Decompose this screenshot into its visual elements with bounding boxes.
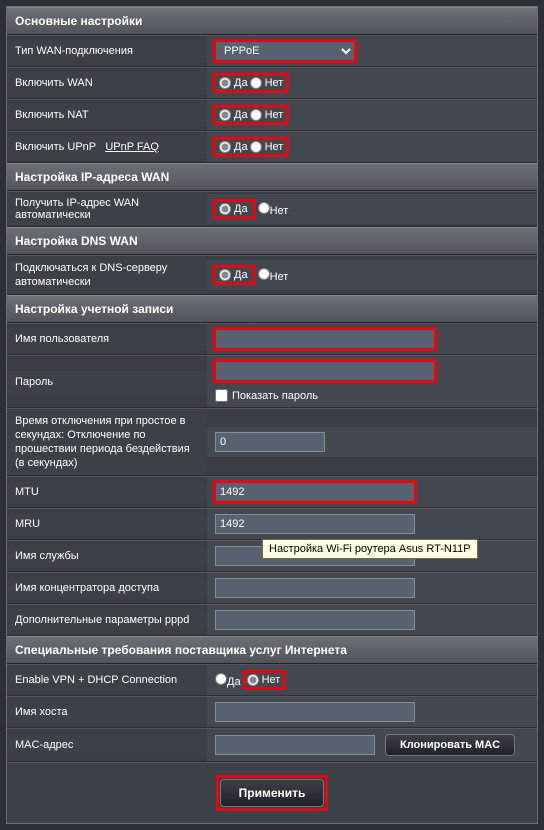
label-idle: Время отключения при простое в секундах:… [7,409,207,475]
enable-wan-yes[interactable] [219,77,231,89]
label-vpn-dhcp: Enable VPN + DHCP Connection [7,669,207,691]
row-service: Имя службы Настройка Wi-Fi роутера Asus … [7,540,537,572]
label-concentrator: Имя концентратора доступа [7,577,207,599]
concentrator-field[interactable] [215,578,415,598]
row-pppd: Дополнительные параметры pppd [7,604,537,636]
row-mac: MAC-адрес Клонировать MAC [7,728,537,762]
label-auto-dns: Подключаться к DNS-серверу автоматически [7,256,207,294]
row-concentrator: Имя концентратора доступа [7,572,537,604]
enable-upnp-yes[interactable] [219,141,231,153]
auto-ip-no[interactable] [258,202,270,214]
section-dns-header: Настройка DNS WAN [7,227,537,255]
enable-wan-radios: Да Нет [215,75,287,91]
label-auto-ip: Получить IP-адрес WAN автоматически [7,192,207,226]
show-password-row: Показать пароль [215,389,318,402]
tooltip: Настройка Wi-Fi роутера Asus RT-N11P [262,539,478,559]
enable-upnp-no[interactable] [250,141,262,153]
enable-wan-no[interactable] [250,77,262,89]
row-mtu: MTU [7,476,537,508]
section-acct-header: Настройка учетной записи [7,295,537,323]
label-mac: MAC-адрес [7,734,207,756]
row-vpn-dhcp: Enable VPN + DHCP Connection Да Нет [7,664,537,696]
auto-ip-radios: Да [215,201,254,217]
vpn-dhcp-yes[interactable] [215,673,227,685]
mru-field[interactable] [215,514,415,534]
vpn-dhcp-no[interactable] [247,674,259,686]
mtu-field[interactable] [215,482,415,502]
label-hostname: Имя хоста [7,701,207,723]
username-field[interactable] [215,329,435,349]
pppd-field[interactable] [215,610,415,630]
footer: Применить [7,762,537,823]
label-pppd: Дополнительные параметры pppd [7,609,207,631]
enable-nat-yes[interactable] [219,109,231,121]
auto-dns-no[interactable] [258,268,270,280]
row-enable-wan: Включить WAN Да Нет [7,67,537,99]
enable-upnp-radios: Да Нет [215,139,287,155]
row-auto-ip: Получить IP-адрес WAN автоматически Да Н… [7,191,537,227]
label-enable-nat: Включить NAT [7,104,207,126]
row-username: Имя пользователя [7,323,537,355]
settings-panel: Основные настройки Тип WAN-подключения P… [6,6,538,824]
clone-mac-button[interactable]: Клонировать MAC [385,734,515,756]
section-basic-header: Основные настройки [7,7,537,35]
apply-button[interactable]: Применить [220,779,325,807]
row-hostname: Имя хоста [7,696,537,728]
auto-dns-yes[interactable] [219,269,231,281]
idle-field[interactable] [215,432,325,452]
label-username: Имя пользователя [7,328,207,350]
upnp-faq-link[interactable]: UPnP FAQ [105,141,159,153]
hostname-field[interactable] [215,702,415,722]
row-enable-nat: Включить NAT Да Нет [7,99,537,131]
row-idle: Время отключения при простое в секундах:… [7,408,537,476]
label-mru: MRU [7,513,207,535]
password-field[interactable] [215,361,435,381]
auto-ip-yes[interactable] [219,203,231,215]
show-password-checkbox[interactable] [215,389,228,402]
row-password: Пароль Показать пароль [7,355,537,408]
row-mru: MRU [7,508,537,540]
auto-dns-radios: Да [215,267,254,283]
label-service: Имя службы [7,545,207,567]
label-wan-type: Тип WAN-подключения [7,40,207,62]
row-auto-dns: Подключаться к DNS-серверу автоматически… [7,255,537,295]
row-enable-upnp: Включить UPnP UPnP FAQ Да Нет [7,131,537,163]
mac-field[interactable] [215,735,375,755]
vpn-dhcp-no-hl: Нет [245,672,285,688]
label-enable-wan: Включить WAN [7,72,207,94]
enable-nat-no[interactable] [250,109,262,121]
section-wanip-header: Настройка IP-адреса WAN [7,163,537,191]
label-mtu: MTU [7,481,207,503]
wan-type-select[interactable]: PPPoE [215,41,355,61]
section-isp-header: Специальные требования поставщика услуг … [7,636,537,664]
label-enable-upnp: Включить UPnP UPnP FAQ [7,136,207,158]
row-wan-type: Тип WAN-подключения PPPoE [7,35,537,67]
label-password: Пароль [7,371,207,393]
enable-nat-radios: Да Нет [215,107,287,123]
